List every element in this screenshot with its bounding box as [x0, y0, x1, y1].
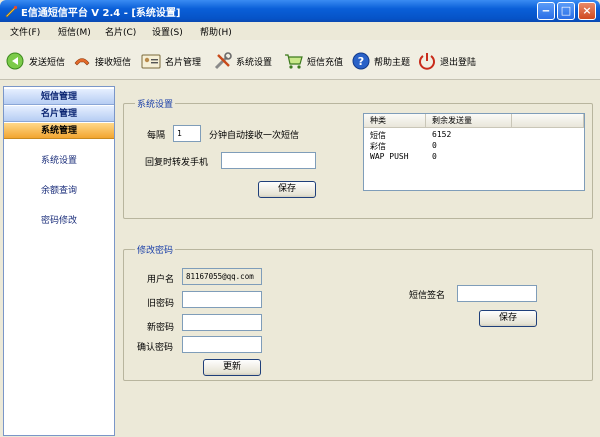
update-password-button[interactable]: 更新 — [203, 359, 261, 376]
forward-label: 回复时转发手机 — [145, 158, 209, 168]
confirm-password-input[interactable] — [182, 336, 262, 353]
sidebar-header-card[interactable]: 名片管理 — [4, 106, 114, 122]
menu-sms[interactable]: 短信(M) — [58, 25, 91, 38]
help-topics-button[interactable]: ? 帮助主题 — [351, 50, 410, 72]
balance-row-count[interactable]: 0 — [432, 141, 437, 150]
window-title: E信通短信平台 V 2.4 - [系统设置] — [21, 8, 181, 19]
balance-header-blank — [512, 114, 584, 128]
help-icon: ? — [352, 52, 370, 70]
balance-header-count[interactable]: 剩余发送量 — [426, 114, 512, 128]
old-password-label: 旧密码 — [147, 299, 175, 309]
new-password-input[interactable] — [182, 314, 262, 331]
balance-row-count[interactable]: 0 — [432, 152, 437, 161]
send-icon — [6, 52, 24, 70]
balance-header-type[interactable]: 种类 — [364, 114, 426, 128]
svg-text:?: ? — [358, 55, 364, 68]
system-settings-title: 系统设置 — [135, 97, 176, 110]
logout-button[interactable]: 退出登陆 — [417, 50, 476, 72]
sidebar: 短信管理 名片管理 系统管理 系统设置 余额查询 密码修改 — [3, 86, 115, 436]
receive-sms-button[interactable]: 接收短信 — [72, 50, 131, 72]
maximize-button[interactable]: □ — [557, 2, 575, 20]
balance-row-count[interactable]: 6152 — [432, 130, 451, 139]
change-password-title: 修改密码 — [135, 243, 176, 256]
signature-input[interactable] — [457, 285, 537, 302]
balance-row-type[interactable]: 彩信 — [370, 141, 386, 152]
sms-recharge-button[interactable]: 短信充值 — [284, 50, 343, 72]
system-settings-label: 系统设置 — [236, 57, 273, 68]
interval-input[interactable]: 1 — [173, 125, 201, 142]
sidebar-item-system-settings[interactable]: 系统设置 — [4, 153, 114, 166]
menu-help[interactable]: 帮助(H) — [200, 25, 232, 38]
cart-icon — [285, 54, 303, 69]
old-password-input[interactable] — [182, 291, 262, 308]
balance-row-type[interactable]: WAP PUSH — [370, 152, 409, 161]
username-label: 用户名 — [147, 275, 175, 285]
signature-label: 短信签名 — [409, 291, 446, 301]
interval-label: 每隔 — [147, 131, 166, 141]
app-icon — [5, 5, 18, 18]
help-topics-label: 帮助主题 — [374, 57, 411, 68]
save-signature-button[interactable]: 保存 — [479, 310, 537, 327]
close-button[interactable]: × — [578, 2, 596, 20]
interval-suffix: 分钟自动接收一次短信 — [209, 131, 300, 141]
save-settings-button[interactable]: 保存 — [258, 181, 316, 198]
menu-card[interactable]: 名片(C) — [105, 25, 136, 38]
logout-label: 退出登陆 — [440, 57, 477, 68]
menu-settings[interactable]: 设置(S) — [152, 25, 183, 38]
send-sms-button[interactable]: 发送短信 — [6, 50, 65, 72]
receive-sms-label: 接收短信 — [95, 57, 132, 68]
send-sms-label: 发送短信 — [29, 57, 66, 68]
receive-icon — [74, 58, 90, 66]
minimize-button[interactable]: ‒ — [537, 2, 555, 20]
username-field: 81167055@qq.com — [182, 268, 262, 285]
sidebar-header-system[interactable]: 系统管理 — [4, 123, 114, 139]
balance-list: 种类 剩余发送量 短信 6152 彩信 0 WAP PUSH 0 — [363, 113, 585, 191]
sidebar-item-balance-query[interactable]: 余额查询 — [4, 183, 114, 196]
card-manage-label: 名片管理 — [165, 57, 202, 68]
menu-file[interactable]: 文件(F) — [10, 25, 40, 38]
system-settings-button[interactable]: 系统设置 — [213, 50, 272, 72]
card-icon — [141, 54, 161, 69]
balance-row-type[interactable]: 短信 — [370, 130, 386, 141]
sidebar-header-sms[interactable]: 短信管理 — [4, 89, 114, 105]
sms-recharge-label: 短信充值 — [307, 57, 344, 68]
new-password-label: 新密码 — [147, 323, 175, 333]
power-icon — [419, 53, 435, 70]
settings-icon — [214, 52, 232, 70]
confirm-password-label: 确认密码 — [137, 343, 174, 353]
sidebar-item-change-password[interactable]: 密码修改 — [4, 213, 114, 226]
card-manage-button[interactable]: 名片管理 — [140, 50, 201, 72]
forward-phone-input[interactable] — [221, 152, 316, 169]
